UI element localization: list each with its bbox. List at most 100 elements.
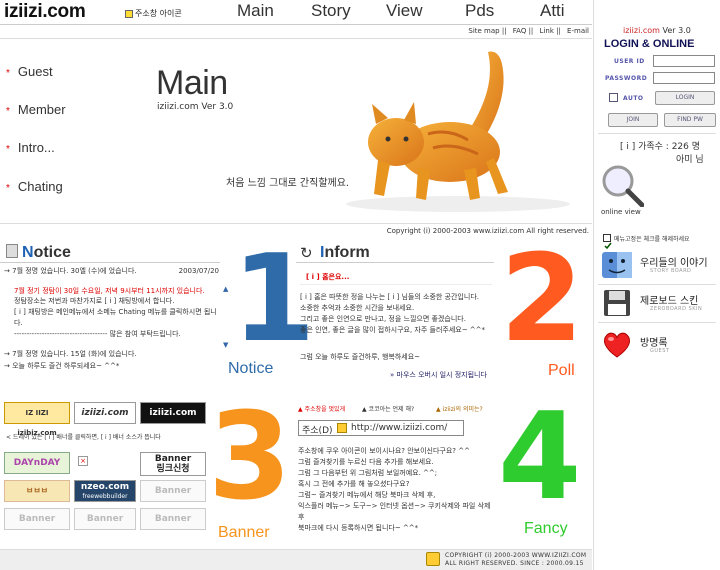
finder-icon <box>602 252 632 278</box>
pot-icon: ▲ <box>298 406 303 413</box>
members-count: [ i ] 가족수 : 226 명 <box>620 142 701 152</box>
banner-placeholder[interactable]: Banner <box>74 508 136 530</box>
login-button[interactable]: LOGIN <box>655 91 715 105</box>
find-pw-button[interactable]: FIND PW <box>664 113 716 127</box>
login-version: iziizi.com Ver 3.0 <box>623 26 691 35</box>
guestbook-title: 방명록 <box>640 338 668 349</box>
join-button[interactable]: JOIN <box>608 113 658 127</box>
poll-number: 2 <box>500 230 584 369</box>
footer-line-1: COPYRIGHT (i) 2000-2003 WWW.IZIIZI.COM <box>445 552 587 559</box>
arrow-icon: → <box>4 267 10 275</box>
notice-body-1: 정탐장소는 저번과 마찬가지로 [ i ] 채팅방에서 합니다. <box>14 297 175 305</box>
menu-guest[interactable]: * Guest <box>6 64 53 79</box>
inform-body-4: 좋은 인연, 좋은 글을 많이 접하시구요, 자주 들러주세요~ ^^* <box>300 326 486 334</box>
story-board-menu[interactable]: 우리들의 이야기 STORY BOARD <box>598 250 716 282</box>
fancy-tab-cocoa-label: 코코아는 언제 해? <box>368 406 415 413</box>
nav-main[interactable]: Main <box>237 1 274 21</box>
inform-heading-rest: nform <box>324 244 370 261</box>
inform-body-1: [ i ] 홈은 따뜻한 정을 나누는 [ i ] 님들의 소중한 공간입니다. <box>300 293 479 301</box>
password-input[interactable] <box>653 72 715 84</box>
fancy-tab-cocoa[interactable]: ▲ 코코아는 언제 해? <box>362 404 414 415</box>
banner-nzeo-title: nzeo.com <box>80 482 130 492</box>
sub-links: Site map || FAQ || Link || E-mail <box>464 27 589 35</box>
menu-chating-label: Chating <box>17 179 63 194</box>
banner-dayndday[interactable]: DAYnDAY <box>4 452 70 474</box>
banner-note: < 드레이 있는 [ i ] 배너를 클릭하면, [ i ] 배너 소스가 뜹니… <box>6 434 161 441</box>
sitemap-link[interactable]: Site map || <box>468 27 506 35</box>
menu-chating[interactable]: * Chating <box>6 179 63 194</box>
fancy-body-3: 그럼 그 다음부턴 위 그림처럼 보일꺼예요. ^^; <box>298 469 438 477</box>
menu-intro[interactable]: * Intro... <box>6 140 55 155</box>
banner-placeholder[interactable]: Banner <box>140 508 206 530</box>
faq-link[interactable]: FAQ || <box>513 27 534 35</box>
site-logo[interactable]: iziizi.com <box>4 1 86 23</box>
banner-iziizi-black[interactable]: iziizi.com <box>140 402 206 424</box>
address-icon-link[interactable]: 주소창 아이콘 <box>125 8 182 19</box>
inform-title-underline <box>300 284 492 285</box>
inform-pause-link[interactable]: » 마우스 오버시 일시 정지됩니다 <box>390 370 487 381</box>
broken-image-icon: × <box>78 456 88 466</box>
fancy-tab-meaning-label: iziizi의 의미는? <box>442 406 483 413</box>
guestbook-sub: GUEST <box>650 348 670 354</box>
banner-number: 3 <box>208 388 292 527</box>
notice-item-3[interactable]: → 오늘 하루도 즐건 하루되세요~ ^^* <box>4 361 119 372</box>
nav-story[interactable]: Story <box>311 1 351 21</box>
login-version-num: Ver 3.0 <box>662 26 691 35</box>
user-id-label: USER ID <box>614 58 645 65</box>
banner-izibiz[interactable]: IZ IIZI izibiz.com <box>4 402 70 437</box>
address-icon-label: 주소창 아이콘 <box>135 9 182 18</box>
guestbook-menu[interactable]: 방명록 GUEST <box>598 330 716 362</box>
banner-nzeo[interactable]: nzeo.com freewebbuilder <box>74 480 136 502</box>
magnifier-icon[interactable] <box>600 163 644 207</box>
email-link[interactable]: E-mail <box>567 27 589 35</box>
online-view-label[interactable]: online view <box>601 208 641 216</box>
login-version-site: iziizi.com <box>623 26 660 35</box>
nav-pds[interactable]: Pds <box>465 1 494 21</box>
auto-login-checkbox[interactable] <box>609 93 618 102</box>
fancy-tab-meaning[interactable]: ▲ iziizi의 의미는? <box>436 404 483 415</box>
inform-title: [ i ] 홈은요... <box>306 273 350 281</box>
notice-item-1[interactable]: → 7월 정명 었습니다. 30엘 (수)에 었습니다. 2003/07/20 <box>4 266 219 277</box>
banner-iziizi-white[interactable]: iziizi.com <box>74 402 136 424</box>
zeroboard-skin-sub: ZEROBOARD SKIN <box>650 306 703 312</box>
scroll-up-icon[interactable]: ▲ <box>223 284 228 295</box>
version-text: iziizi.com Ver 3.0 <box>157 102 234 112</box>
fancy-tab-address[interactable]: ▲ 주소창을 멋있게 <box>298 404 345 415</box>
notice-heading-first: N <box>22 244 34 261</box>
header-divider <box>0 24 592 25</box>
fancy-body-6: 익스플러 메뉴~> 도구~> 인터넷 옵션~> 쿠키삭제와 파일 삭제 후 <box>298 502 491 521</box>
notice-body-3: ------------------------------------- 많은… <box>14 330 181 338</box>
story-board-sub: STORY BOARD <box>650 268 692 274</box>
fancy-number: 4 <box>498 388 582 527</box>
notice-item-2[interactable]: → 7월 정명 있습니다. 15얼 (화)에 있습니다. <box>4 349 137 360</box>
nav-atti[interactable]: Atti <box>540 1 565 21</box>
user-id-input[interactable] <box>653 55 715 67</box>
notice-body: 정탐장소는 저번과 마찬가지로 [ i ] 채팅방에서 합니다. [ i ] 채… <box>14 296 218 340</box>
banner-link-apply[interactable]: Banner 링크신청 <box>140 452 206 476</box>
banner-bye[interactable]: ㅂㅂㅂ <box>4 480 70 502</box>
password-label: PASSWORD <box>605 75 648 82</box>
zeroboard-skin-title: 제로보드 스킨 <box>640 296 699 307</box>
menu-intro-label: Intro... <box>17 140 55 155</box>
nav-view[interactable]: View <box>386 1 423 21</box>
link-link[interactable]: Link || <box>540 27 561 35</box>
inform-body-3: 그리고 좋은 인연으로 만나고, 정을 느낄으면 좋겠습니다. <box>300 315 466 323</box>
notice-item-1-date: 2003/07/20 <box>178 267 219 275</box>
scroll-down-icon[interactable]: ▼ <box>223 340 228 351</box>
notice-icon <box>6 244 18 258</box>
zeroboard-skin-menu[interactable]: 제로보드 스킨 ZEROBOARD SKIN <box>598 288 716 320</box>
notice-heading: Notice <box>22 244 71 262</box>
poll-caption: Poll <box>548 362 575 379</box>
inform-heading: Inform <box>320 244 370 262</box>
menu-fix-checkbox[interactable] <box>603 234 612 250</box>
banner-placeholder[interactable]: Banner <box>4 508 70 530</box>
footer-line-2: ALL RIGHT RESERVED. SINCE : 2000.09.15 <box>445 560 584 567</box>
arrow-icon: → <box>4 362 10 370</box>
banner-placeholder[interactable]: Banner <box>140 480 206 502</box>
arrow-icon: → <box>4 350 10 358</box>
menu-member[interactable]: * Member <box>6 102 66 117</box>
fancy-body-4: 혹시 그 전에 추가를 해 놓으셨다구요? <box>298 480 410 488</box>
notice-heading-rest: otice <box>33 244 71 261</box>
fancy-body-2: 그럼 즐겨찾기를 누르신 다음 추가를 해보세요. <box>298 458 434 466</box>
banner-caption: Banner <box>218 524 270 541</box>
